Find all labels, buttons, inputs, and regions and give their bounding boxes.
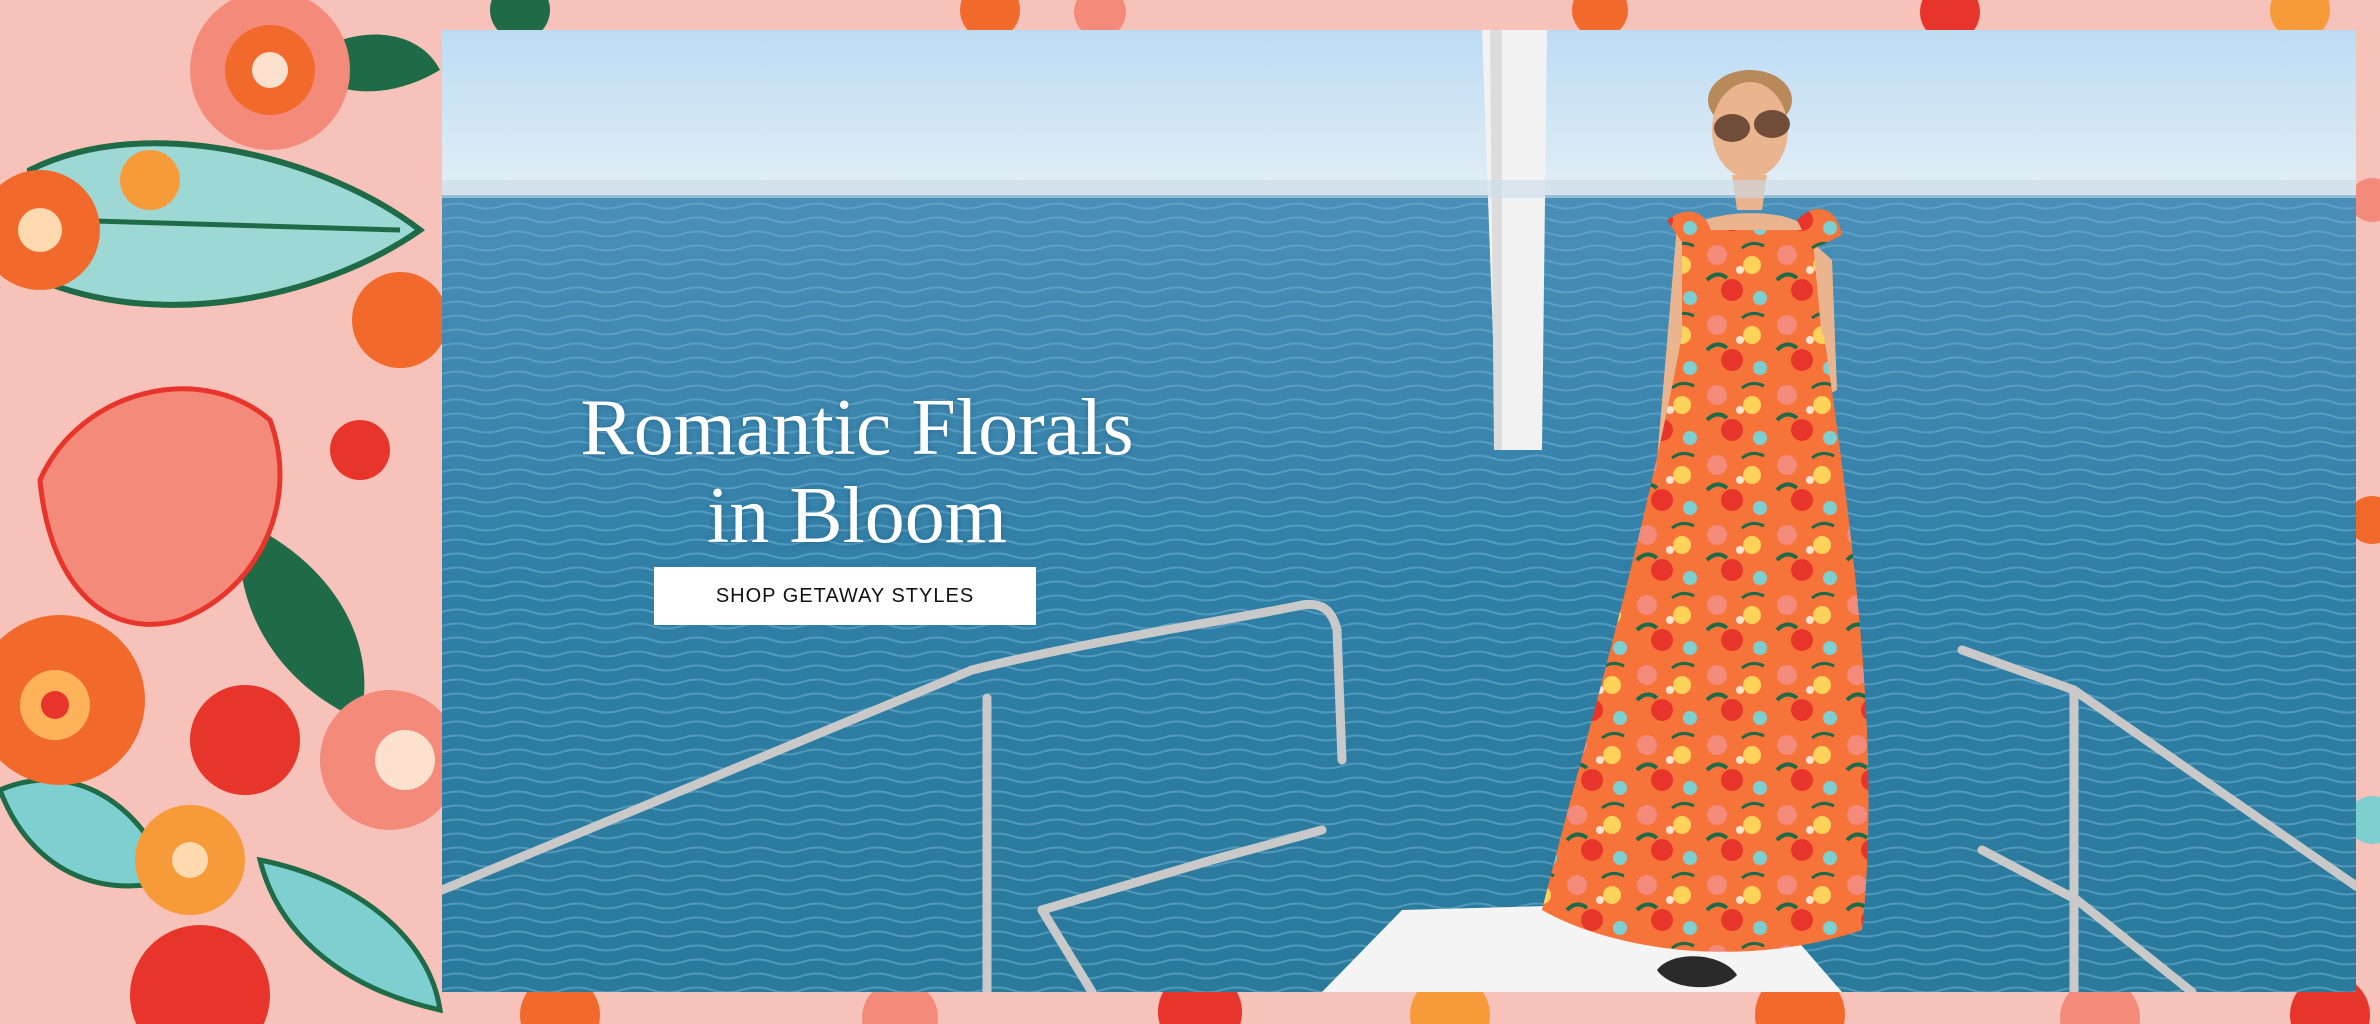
headline-line-2: in Bloom: [706, 471, 1008, 560]
hero-banner[interactable]: Romantic Florals in Bloom SHOP GETAWAY S…: [0, 0, 2380, 1024]
hero-headline: Romantic Florals in Bloom: [442, 384, 1272, 560]
shop-getaway-styles-button[interactable]: SHOP GETAWAY STYLES: [654, 567, 1036, 625]
headline-line-1: Romantic Florals: [580, 383, 1134, 472]
